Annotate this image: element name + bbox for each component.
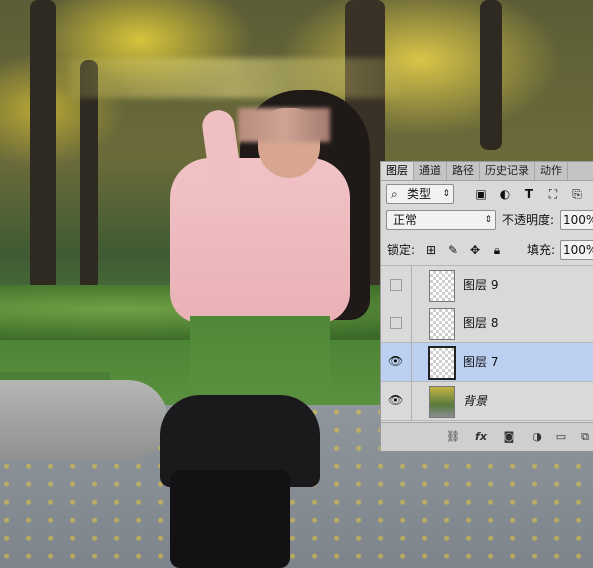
opacity-field[interactable]: 100%	[560, 210, 593, 230]
lock-move-icon[interactable]: ✥	[467, 242, 483, 258]
background-thumbnail	[429, 386, 455, 418]
opacity-value: 100%	[563, 213, 593, 227]
blend-mode-value: 正常	[393, 213, 418, 227]
new-layer-icon[interactable]: ⧉	[577, 429, 593, 445]
eye-icon[interactable]: 👁︎	[388, 354, 403, 368]
model-legs	[170, 470, 290, 568]
layers-panel: 图层 通道 路径 历史记录 动作 ⌕ 类型 ⇕ ▣ ◐ T ⛶ ⎘ 正常 ⇕ 不…	[380, 161, 593, 451]
lock-brush-icon[interactable]: ✎	[445, 242, 461, 258]
divider	[411, 304, 412, 342]
layer-name[interactable]: 图层 9	[463, 276, 498, 293]
fill-value: 100%	[563, 243, 593, 257]
lock-row: 锁定: ⊞ ✎ ✥ 🔒︎ 填充: 100%	[381, 238, 593, 262]
face-blur	[238, 108, 330, 142]
chevron-updown-icon: ⇕	[442, 189, 450, 199]
layer-name[interactable]: 图层 7	[463, 353, 498, 370]
background-gap	[190, 316, 330, 400]
visibility-toggle[interactable]	[390, 279, 402, 291]
folder-icon[interactable]: ▭	[553, 429, 569, 445]
panel-bottom-bar: ⛓ fx ◙ ◑ ▭ ⧉	[381, 422, 593, 451]
fill-field[interactable]: 100%	[560, 240, 593, 260]
eye-icon[interactable]: 👁︎	[388, 393, 403, 407]
layer-row-selected[interactable]: 👁︎ 图层 7	[381, 343, 593, 382]
layer-thumbnail	[429, 308, 455, 340]
shape-filter-icon[interactable]: ⛶	[545, 186, 561, 202]
adjustment-filter-icon[interactable]: ◐	[497, 186, 513, 202]
model-sweater	[170, 158, 350, 323]
filter-row: ⌕ 类型 ⇕ ▣ ◐ T ⛶ ⎘	[381, 182, 593, 204]
layer-thumbnail	[429, 270, 455, 302]
mask-icon[interactable]: ◙	[501, 429, 517, 445]
layer-row[interactable]: 图层 9	[381, 265, 593, 305]
image-filter-icon[interactable]: ▣	[473, 186, 489, 202]
blend-mode-select[interactable]: 正常 ⇕	[386, 210, 496, 230]
tab-paths[interactable]: 路径	[447, 162, 480, 180]
fx-icon[interactable]: fx	[473, 429, 489, 445]
stone-planter	[0, 380, 168, 460]
layer-thumbnail	[428, 346, 456, 380]
adjustment-icon[interactable]: ◑	[529, 429, 545, 445]
layer-row[interactable]: 👁︎ 背景	[381, 382, 593, 421]
layer-name[interactable]: 背景	[463, 392, 487, 409]
divider	[411, 382, 412, 420]
divider	[411, 343, 412, 381]
panel-tabs: 图层 通道 路径 历史记录 动作	[381, 162, 593, 181]
filter-kind-value: 类型	[407, 187, 432, 201]
fill-label: 填充:	[527, 243, 556, 257]
visibility-toggle[interactable]	[390, 317, 402, 329]
smart-object-filter-icon[interactable]: ⎘	[569, 186, 585, 202]
layer-row[interactable]: 图层 8	[381, 304, 593, 343]
lock-transparent-icon[interactable]: ⊞	[423, 242, 439, 258]
layer-name[interactable]: 图层 8	[463, 314, 498, 331]
tree-trunk	[480, 0, 502, 150]
tab-history[interactable]: 历史记录	[480, 162, 535, 180]
link-icon[interactable]: ⛓	[445, 429, 461, 445]
search-icon: ⌕	[391, 187, 398, 201]
tab-channels[interactable]: 通道	[414, 162, 447, 180]
tab-layers[interactable]: 图层	[381, 162, 414, 180]
filter-kind-select[interactable]: ⌕ 类型 ⇕	[386, 184, 454, 204]
chevron-updown-icon: ⇕	[484, 215, 492, 225]
lock-label: 锁定:	[387, 243, 416, 257]
tree-trunk	[30, 0, 56, 290]
blur-strip	[70, 58, 400, 98]
blend-row: 正常 ⇕ 不透明度: 100%	[381, 208, 593, 232]
opacity-label: 不透明度:	[502, 213, 555, 227]
tab-actions[interactable]: 动作	[535, 162, 568, 180]
type-filter-icon[interactable]: T	[521, 186, 537, 202]
divider	[411, 266, 412, 304]
lock-all-icon[interactable]: 🔒︎	[489, 242, 505, 258]
